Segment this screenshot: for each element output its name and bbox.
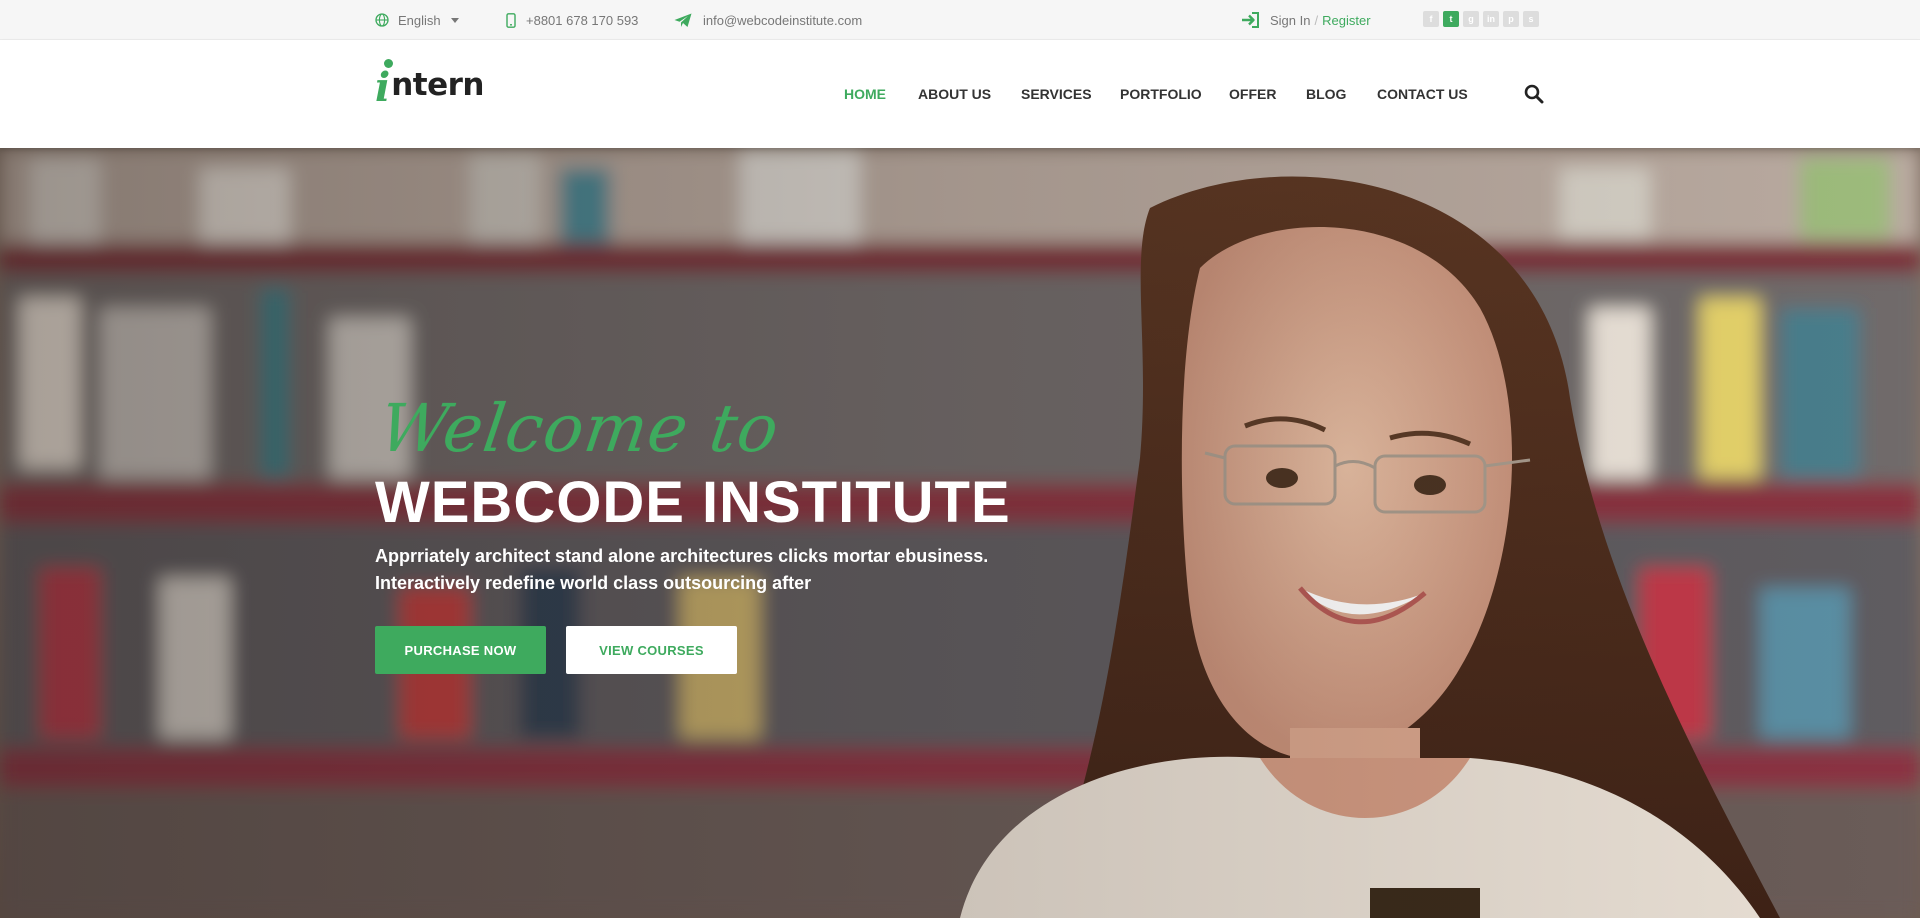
mobile-phone-icon <box>506 12 516 28</box>
hero-script-title: Welcome to <box>375 390 785 467</box>
google-plus-icon[interactable]: g <box>1463 11 1479 27</box>
nav-item-blog[interactable]: BLOG <box>1306 86 1346 102</box>
facebook-icon[interactable]: f <box>1423 11 1439 27</box>
nav-item-contact-us[interactable]: CONTACT US <box>1377 86 1468 102</box>
search-icon <box>1524 84 1544 104</box>
view-courses-button[interactable]: VIEW COURSES <box>566 626 737 674</box>
sign-in-link[interactable]: Sign In <box>1270 13 1310 28</box>
search-button[interactable] <box>1524 84 1544 104</box>
logo[interactable]: i ntern <box>375 58 484 111</box>
auth-separator: / <box>1314 12 1319 28</box>
nav-item-home[interactable]: HOME <box>844 86 886 102</box>
email-address: info@webcodeinstitute.com <box>703 12 863 28</box>
phone-contact[interactable]: +8801 678 170 593 <box>506 0 638 40</box>
auth-links: Sign In / Register <box>1241 0 1371 40</box>
globe-icon <box>375 13 389 27</box>
nav-item-portfolio[interactable]: PORTFOLIO <box>1120 86 1202 102</box>
top-bar: English +8801 678 170 593 info@webcodein… <box>0 0 1920 40</box>
nav-item-services[interactable]: SERVICES <box>1021 86 1092 102</box>
paper-plane-icon <box>674 13 692 27</box>
skype-icon[interactable]: s <box>1523 11 1539 27</box>
social-links: f t g in p s <box>1423 11 1539 27</box>
sign-in-icon <box>1242 12 1259 28</box>
pinterest-icon[interactable]: p <box>1503 11 1519 27</box>
main-header: i ntern HOME ABOUT US SERVICES PORTFOLIO… <box>0 40 1920 148</box>
hero-description: Apprriately architect stand alone archit… <box>375 546 989 593</box>
register-link[interactable]: Register <box>1322 13 1370 28</box>
logo-word: ntern <box>391 67 484 103</box>
twitter-icon[interactable]: t <box>1443 11 1459 27</box>
purchase-now-button[interactable]: PURCHASE NOW <box>375 626 546 674</box>
language-label: English <box>398 12 441 28</box>
nav-item-about-us[interactable]: ABOUT US <box>918 86 991 102</box>
nav-item-offer[interactable]: OFFER <box>1229 86 1276 102</box>
phone-number: +8801 678 170 593 <box>526 12 639 28</box>
hero-section: Welcome to WEBCODE INSTITUTE Apprriately… <box>0 148 1920 918</box>
hero-title: WEBCODE INSTITUTE <box>375 470 1011 535</box>
chevron-down-icon <box>450 17 459 23</box>
language-selector[interactable]: English <box>375 0 459 40</box>
linkedin-icon[interactable]: in <box>1483 11 1499 27</box>
logo-letter: i <box>375 64 391 111</box>
email-contact[interactable]: info@webcodeinstitute.com <box>674 0 862 40</box>
